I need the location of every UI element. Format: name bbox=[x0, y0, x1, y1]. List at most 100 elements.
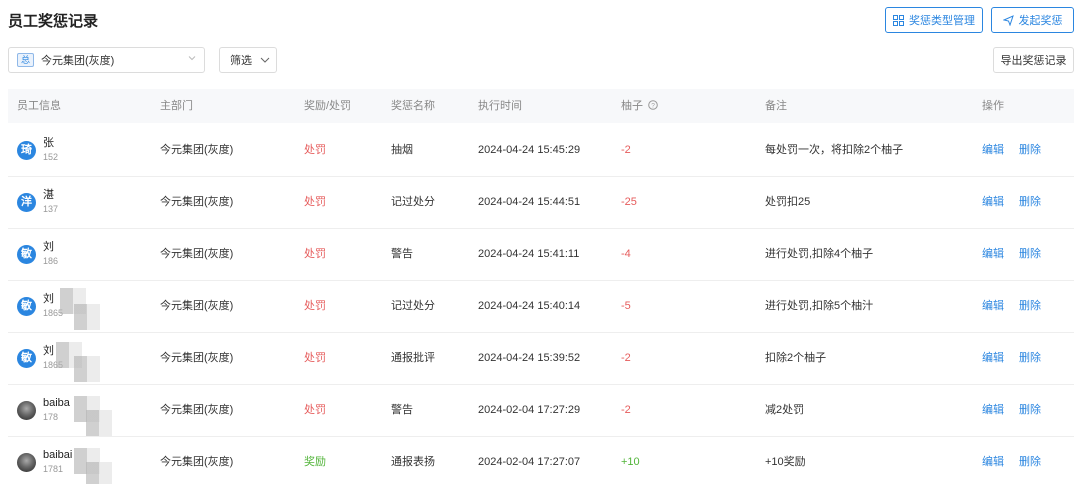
kind: 奖励 bbox=[304, 456, 326, 468]
department: 今元集团(灰度) bbox=[160, 352, 234, 364]
department: 今元集团(灰度) bbox=[160, 248, 234, 260]
points: -2 bbox=[621, 352, 631, 364]
org-select[interactable]: 总 今元集团(灰度) bbox=[8, 47, 205, 73]
avatar: 敏 bbox=[17, 245, 36, 264]
delete-link[interactable]: 删除 bbox=[1019, 332, 1041, 384]
exec-time: 2024-04-24 15:39:52 bbox=[478, 352, 581, 364]
table-header: 员工信息 主部门 奖励/处罚 奖惩名称 执行时间 柚子 ? 备注 操作 bbox=[8, 89, 1074, 123]
note: 减2处罚 bbox=[765, 404, 805, 416]
item-name: 通报表扬 bbox=[391, 456, 435, 468]
org-value: 今元集团(灰度) bbox=[41, 55, 115, 67]
issue-label: 发起奖惩 bbox=[1018, 15, 1063, 27]
edit-link[interactable]: 编辑 bbox=[982, 332, 1004, 384]
exec-time: 2024-02-04 17:27:29 bbox=[478, 404, 581, 416]
employee-name: baibai bbox=[43, 449, 73, 461]
delete-link[interactable]: 删除 bbox=[1019, 384, 1041, 436]
edit-link[interactable]: 编辑 bbox=[982, 280, 1004, 332]
kind: 处罚 bbox=[304, 144, 326, 156]
table-row: 敏 刘 1865 今元集团(灰度) 处罚 通报批评 2024-04-24 15:… bbox=[8, 332, 1074, 385]
table-row: baibai 1781 今元集团(灰度) 奖励 通报表扬 2024-02-04 … bbox=[8, 436, 1074, 488]
kind: 处罚 bbox=[304, 300, 326, 312]
header-points: 柚子 ? bbox=[621, 89, 658, 123]
page-title: 员工奖惩记录 bbox=[8, 13, 99, 30]
type-manage-button[interactable]: 奖惩类型管理 bbox=[885, 7, 983, 33]
header-note: 备注 bbox=[765, 100, 787, 112]
type-manage-label: 奖惩类型管理 bbox=[909, 15, 975, 27]
points: -2 bbox=[621, 144, 631, 156]
edit-link[interactable]: 编辑 bbox=[982, 176, 1004, 228]
table-row: 敏 刘 186 今元集团(灰度) 处罚 警告 2024-04-24 15:41:… bbox=[8, 228, 1074, 281]
item-name: 通报批评 bbox=[391, 352, 435, 364]
exec-time: 2024-04-24 15:41:11 bbox=[478, 248, 580, 260]
avatar: 琦 bbox=[17, 141, 36, 160]
avatar bbox=[17, 453, 36, 472]
delete-link[interactable]: 删除 bbox=[1019, 228, 1041, 280]
table-row: 琦 张 152 今元集团(灰度) 处罚 抽烟 2024-04-24 15:45:… bbox=[8, 124, 1074, 177]
delete-link[interactable]: 删除 bbox=[1019, 280, 1041, 332]
avatar bbox=[17, 401, 36, 420]
department: 今元集团(灰度) bbox=[160, 300, 234, 312]
avatar: 敏 bbox=[17, 349, 36, 368]
chevron-down-icon bbox=[260, 57, 270, 63]
svg-text:?: ? bbox=[651, 103, 655, 110]
privacy-mosaic bbox=[74, 304, 100, 330]
export-button[interactable]: 导出奖惩记录 bbox=[993, 47, 1074, 73]
privacy-mosaic bbox=[74, 356, 100, 382]
grid-icon bbox=[893, 14, 904, 26]
table-row: 洋 湛 137 今元集团(灰度) 处罚 记过处分 2024-04-24 15:4… bbox=[8, 176, 1074, 229]
item-name: 警告 bbox=[391, 248, 413, 260]
points: -5 bbox=[621, 300, 631, 312]
department: 今元集团(灰度) bbox=[160, 144, 234, 156]
delete-link[interactable]: 删除 bbox=[1019, 124, 1041, 176]
employee-phone: 1781 bbox=[43, 464, 64, 474]
employee-phone: 152 bbox=[43, 152, 59, 162]
exec-time: 2024-04-24 15:44:51 bbox=[478, 196, 581, 208]
exec-time: 2024-04-24 15:40:14 bbox=[478, 300, 581, 312]
note: 扣除2个柚子 bbox=[765, 352, 827, 364]
send-icon bbox=[1002, 14, 1014, 26]
header-employee: 员工信息 bbox=[17, 100, 61, 112]
item-name: 警告 bbox=[391, 404, 413, 416]
org-tag: 总 bbox=[17, 53, 35, 67]
rewards-page: 员工奖惩记录 奖惩类型管理 发起奖惩 总 今元集团(灰度) 筛选 导出奖惩记录 … bbox=[0, 0, 1080, 486]
chevron-down-icon bbox=[188, 56, 196, 61]
avatar: 敏 bbox=[17, 297, 36, 316]
kind: 处罚 bbox=[304, 196, 326, 208]
edit-link[interactable]: 编辑 bbox=[982, 384, 1004, 436]
header-department: 主部门 bbox=[160, 100, 193, 112]
header-time: 执行时间 bbox=[478, 100, 522, 112]
help-icon[interactable]: ? bbox=[648, 100, 658, 110]
employee-name: 刘 bbox=[43, 293, 54, 305]
points: -4 bbox=[621, 248, 631, 260]
item-name: 抽烟 bbox=[391, 144, 413, 156]
delete-link[interactable]: 删除 bbox=[1019, 436, 1041, 488]
points: -25 bbox=[621, 196, 637, 208]
points: +10 bbox=[621, 456, 640, 468]
kind: 处罚 bbox=[304, 248, 326, 260]
edit-link[interactable]: 编辑 bbox=[982, 436, 1004, 488]
note: 每处罚一次，将扣除2个柚子 bbox=[765, 144, 904, 156]
table-row: baiba 178 今元集团(灰度) 处罚 警告 2024-02-04 17:2… bbox=[8, 384, 1074, 437]
note: 处罚扣25 bbox=[765, 196, 811, 208]
filter-label: 筛选 bbox=[230, 55, 252, 67]
note: 进行处罚,扣除5个柚汁 bbox=[765, 300, 874, 312]
table-row: 敏 刘 1865 今元集团(灰度) 处罚 记过处分 2024-04-24 15:… bbox=[8, 280, 1074, 333]
department: 今元集团(灰度) bbox=[160, 196, 234, 208]
edit-link[interactable]: 编辑 bbox=[982, 124, 1004, 176]
privacy-mosaic bbox=[86, 410, 112, 436]
header-actions: 操作 bbox=[982, 100, 1004, 112]
employee-phone: 178 bbox=[43, 412, 59, 422]
employee-name: baiba bbox=[43, 397, 70, 409]
filter-button[interactable]: 筛选 bbox=[219, 47, 277, 73]
edit-link[interactable]: 编辑 bbox=[982, 228, 1004, 280]
item-name: 记过处分 bbox=[391, 300, 435, 312]
department: 今元集团(灰度) bbox=[160, 404, 234, 416]
avatar: 洋 bbox=[17, 193, 36, 212]
delete-link[interactable]: 删除 bbox=[1019, 176, 1041, 228]
employee-name: 刘 bbox=[43, 241, 54, 253]
employee-name: 湛 bbox=[43, 189, 54, 201]
issue-button[interactable]: 发起奖惩 bbox=[991, 7, 1074, 33]
kind: 处罚 bbox=[304, 404, 326, 416]
points: -2 bbox=[621, 404, 631, 416]
item-name: 记过处分 bbox=[391, 196, 435, 208]
